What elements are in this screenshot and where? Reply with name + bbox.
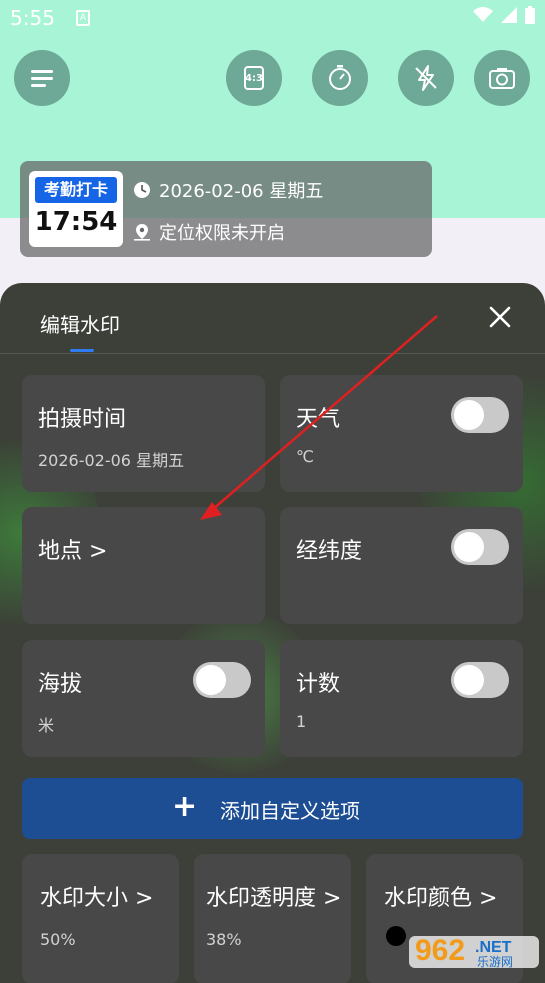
tile-value: 米 xyxy=(38,716,55,735)
tile-label: 天气 xyxy=(296,407,341,432)
weather-toggle[interactable] xyxy=(451,397,509,433)
tile-value: 2026-02-06 星期五 xyxy=(38,451,185,470)
divider xyxy=(0,353,545,354)
tile-watermark-opacity[interactable]: 水印透明度 > 38% xyxy=(194,854,351,983)
clock-icon xyxy=(134,182,150,198)
watermark-preview[interactable]: 考勤打卡 17:54 2026-02-06 星期五 定位权限未开启 xyxy=(20,161,432,257)
plus-icon: + xyxy=(172,789,198,824)
watermark-date-row: 2026-02-06 星期五 xyxy=(133,177,323,203)
tile-label: 海拔 xyxy=(38,672,83,697)
status-bar: 5:55 A xyxy=(0,0,545,38)
logo-main: 962 xyxy=(415,934,465,967)
latlng-toggle[interactable] xyxy=(451,529,509,565)
altitude-toggle[interactable] xyxy=(193,662,251,698)
tile-value: ℃ xyxy=(296,447,314,466)
tile-latlng[interactable]: 经纬度 xyxy=(280,507,523,624)
timer-button[interactable] xyxy=(312,50,368,106)
flash-off-icon xyxy=(415,65,437,91)
tile-label: 水印颜色 > xyxy=(384,886,498,911)
flash-button[interactable] xyxy=(398,50,454,106)
add-custom-option-button[interactable]: + 添加自定义选项 xyxy=(22,778,523,839)
color-swatch xyxy=(386,926,406,946)
aspect-ratio-label: 4:3 xyxy=(245,72,263,84)
watermark-badge: 考勤打卡 17:54 xyxy=(29,171,123,247)
tile-count[interactable]: 计数 1 xyxy=(280,640,523,757)
watermark-location: 定位权限未开启 xyxy=(159,223,285,244)
count-toggle[interactable] xyxy=(451,662,509,698)
tile-label: 经纬度 xyxy=(296,539,363,564)
tile-shoot-time[interactable]: 拍摄时间 2026-02-06 星期五 xyxy=(22,375,265,492)
badge-label: 考勤打卡 xyxy=(35,177,117,203)
tile-label: 水印透明度 > xyxy=(206,886,342,911)
tile-weather[interactable]: 天气 ℃ xyxy=(280,375,523,492)
edit-watermark-sheet: 编辑水印 拍摄时间 2026-02-06 星期五 天气 ℃ 地点 > 经纬度 海… xyxy=(0,283,545,983)
camera-switch-icon xyxy=(489,68,515,89)
badge-clock: 17:54 xyxy=(34,207,118,237)
site-logo: 962 .NET 乐游网 xyxy=(409,934,539,969)
add-custom-option-label: 添加自定义选项 xyxy=(220,799,360,823)
tile-altitude[interactable]: 海拔 米 xyxy=(22,640,265,757)
menu-icon xyxy=(31,70,53,87)
logo-suffix: .NET xyxy=(475,939,512,956)
tile-label: 拍摄时间 xyxy=(38,407,127,432)
tile-value: 1 xyxy=(296,712,307,731)
tile-watermark-size[interactable]: 水印大小 > 50% xyxy=(22,854,179,983)
close-icon[interactable] xyxy=(484,301,516,333)
watermark-date: 2026-02-06 星期五 xyxy=(159,181,324,202)
location-pin-icon xyxy=(134,224,150,241)
sim-icon: A xyxy=(76,10,90,26)
tile-value: 50% xyxy=(40,930,76,949)
menu-button[interactable] xyxy=(14,50,70,106)
battery-icon xyxy=(525,6,535,24)
camera-switch-button[interactable] xyxy=(474,50,530,106)
logo-sub: 乐游网 xyxy=(477,955,513,969)
tile-label: 水印大小 > xyxy=(40,886,154,911)
tile-value: 38% xyxy=(206,930,242,949)
watermark-location-row: 定位权限未开启 xyxy=(133,219,285,245)
tile-label: 计数 xyxy=(296,672,341,697)
tile-location[interactable]: 地点 > xyxy=(22,507,265,624)
wifi-icon xyxy=(473,7,493,22)
tile-label: 地点 > xyxy=(38,539,108,564)
status-time: 5:55 xyxy=(10,6,55,30)
timer-icon xyxy=(329,65,351,90)
aspect-ratio-button[interactable]: 4:3 xyxy=(226,50,282,106)
signal-icon xyxy=(501,7,517,23)
tab-indicator xyxy=(70,349,94,352)
tab-edit-watermark[interactable]: 编辑水印 xyxy=(40,309,120,338)
